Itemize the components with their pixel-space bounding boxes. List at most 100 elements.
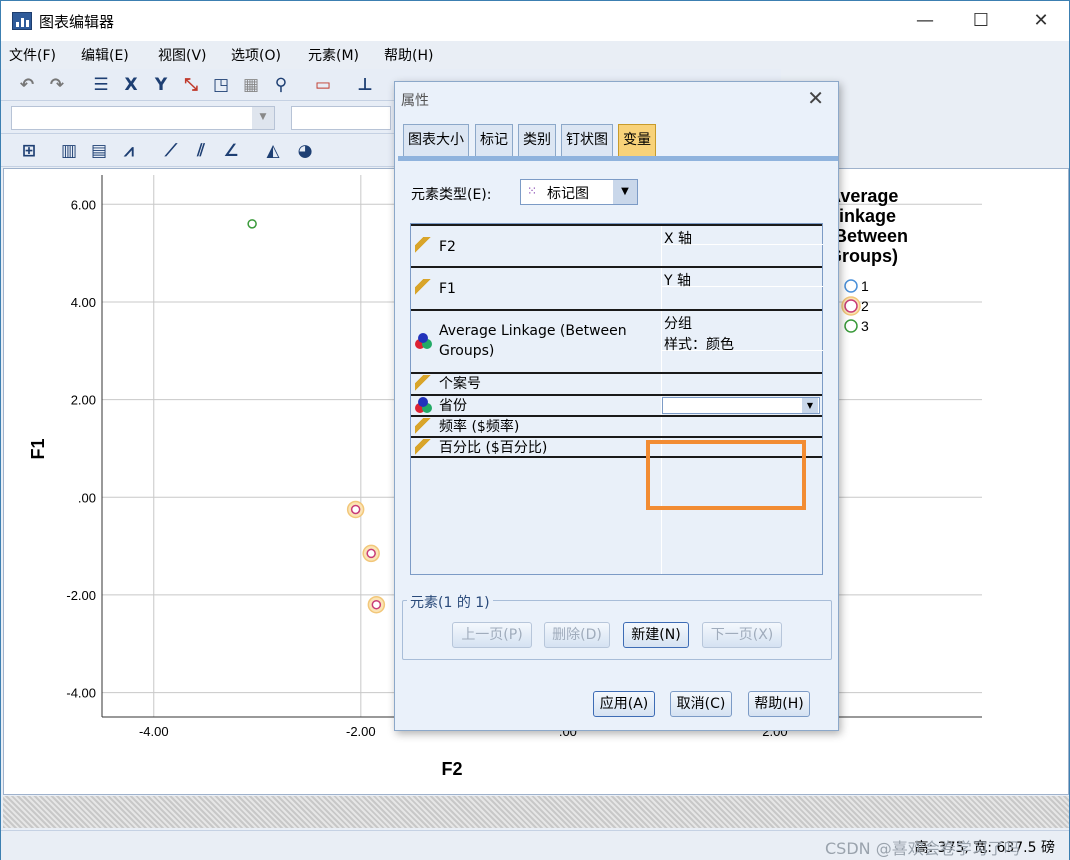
variable-row-frequency[interactable]: 频率 ($频率) (411, 415, 822, 436)
pie-explode-icon[interactable]: ◕ (295, 141, 315, 161)
variable-row-case-number[interactable]: 个案号 (411, 372, 822, 394)
chart-editor-window: 图表编辑器 — ☐ ✕ 文件(F) 编辑(E) 视图(V) 选项(O) 元素(M… (0, 0, 1070, 860)
next-page-button[interactable]: 下一页(X) (702, 622, 782, 648)
variable-row-f2[interactable]: F2 X 轴 (411, 224, 822, 267)
ruler-icon (415, 237, 433, 255)
variable-row-f1[interactable]: F1 Y 轴 (411, 266, 822, 309)
scatter-marker-icon: ⁙ (527, 184, 538, 198)
variable-row-average-linkage[interactable]: Average Linkage (Between Groups) 分组 样式：颜… (411, 309, 822, 372)
tab-chart-size[interactable]: 图表大小 (403, 124, 469, 156)
minimize-button[interactable]: — (913, 9, 937, 33)
menu-file[interactable]: 文件(F) (9, 45, 56, 65)
data-labels-icon[interactable]: ▦ (241, 75, 261, 95)
help-button[interactable]: 帮助(H) (748, 691, 810, 717)
properties-dialog: 属性 ✕ 图表大小 标记 类别 钉状图 变量 元素类型(E): ⁙ 标记图 ▼ … (394, 81, 839, 731)
bar-chart-icon[interactable]: ▥ (59, 141, 79, 161)
nominal-circles-icon (415, 397, 433, 415)
element-type-label: 元素类型(E): (411, 187, 492, 203)
reference-line-icon[interactable]: ⊥ (355, 75, 375, 95)
text-box-icon[interactable]: ▭ (313, 75, 333, 95)
ruler-icon (415, 439, 433, 457)
legend-title: (Between (828, 226, 908, 246)
fit-line-total-icon[interactable]: ⟋ (161, 141, 181, 161)
province-role-select[interactable]: ▼ (662, 397, 820, 414)
cancel-button[interactable]: 取消(C) (670, 691, 732, 717)
element-type-value: 标记图 (547, 186, 589, 202)
properties-icon[interactable]: ☰ (91, 75, 111, 95)
data-point (371, 599, 382, 610)
transpose-icon[interactable]: ◳ (211, 75, 231, 95)
variable-role: 分组 (664, 316, 692, 332)
interpolation-line-icon[interactable]: ∠ (221, 141, 241, 161)
x-tick-label: -4.00 (139, 724, 169, 739)
menu-elements[interactable]: 元素(M) (308, 45, 359, 65)
watermark: CSDN @喜欢会卷学习了吗 (825, 839, 1020, 858)
variable-role: X 轴 (664, 231, 693, 247)
variable-name: F1 (439, 281, 456, 297)
chart-background-texture (3, 796, 1069, 828)
variable-name-line2: Groups) (439, 343, 495, 359)
new-button[interactable]: 新建(N) (623, 622, 689, 648)
distribution-curve-icon[interactable]: ◭ (263, 141, 283, 161)
toolbar-elements: ⊞ ▥ ▤ ⩘ ⟋ ⫽ ∠ ◭ ◕ (1, 135, 396, 167)
legend-label: 3 (861, 318, 869, 334)
y-axis-label: F1 (28, 438, 48, 459)
y-tick-label: -4.00 (66, 686, 96, 701)
prev-page-button[interactable]: 上一页(P) (452, 622, 532, 648)
undo-icon[interactable]: ↶ (17, 75, 37, 95)
variable-name: 百分比 ($百分比) (439, 440, 548, 456)
ruler-icon (415, 279, 433, 297)
select-y-axis-icon[interactable]: Y (151, 75, 171, 95)
maximize-button[interactable]: ☐ (969, 9, 993, 33)
delete-button[interactable]: 删除(D) (544, 622, 610, 648)
dialog-close-icon[interactable]: ✕ (807, 86, 824, 110)
size-combo[interactable] (291, 106, 391, 130)
elements-group-label: 元素(1 的 1) (407, 592, 493, 612)
y-tick-label: .00 (78, 490, 96, 505)
nominal-circles-icon (415, 333, 433, 351)
legend-marker (844, 279, 858, 293)
y-tick-label: 4.00 (71, 295, 96, 310)
legend-label: 2 (861, 298, 869, 314)
y-tick-label: 6.00 (71, 197, 96, 212)
tab-variables[interactable]: 变量 (618, 124, 656, 156)
redo-icon[interactable]: ↷ (47, 75, 67, 95)
element-type-select[interactable]: ⁙ 标记图 ▼ (520, 179, 638, 205)
apply-button[interactable]: 应用(A) (593, 691, 655, 717)
menu-help[interactable]: 帮助(H) (384, 45, 433, 65)
tab-spikes[interactable]: 钉状图 (561, 124, 613, 156)
variable-style: 样式：颜色 (664, 337, 734, 353)
chevron-down-icon: ▼ (613, 180, 637, 204)
ruler-icon (415, 375, 433, 393)
variable-name: 个案号 (439, 376, 481, 392)
legend-marker (844, 319, 858, 333)
menu-edit[interactable]: 编辑(E) (81, 45, 129, 65)
line-chart-icon[interactable]: ⩘ (119, 141, 139, 161)
title-bar: 图表编辑器 — ☐ ✕ (1, 1, 1069, 41)
variable-name: F2 (439, 239, 456, 255)
tab-markers[interactable]: 标记 (475, 124, 513, 156)
chart-editor-app-icon (12, 12, 32, 30)
font-combo[interactable]: ▼ (11, 106, 275, 130)
lasso-icon[interactable]: ⚲ (271, 75, 291, 95)
window-title: 图表编辑器 (39, 13, 115, 31)
grouping-highlight-box (646, 440, 806, 510)
rescale-axis-icon[interactable]: ⤡ (181, 75, 201, 95)
data-point (350, 504, 361, 515)
variable-row-province[interactable]: 省份 ▼ (411, 394, 822, 415)
data-point (366, 548, 376, 559)
tab-categories[interactable]: 类别 (518, 124, 556, 156)
menu-bar: 文件(F) 编辑(E) 视图(V) 选项(O) 元素(M) 帮助(H) (1, 41, 1069, 67)
data-point (247, 219, 257, 229)
variable-role: Y 轴 (664, 273, 692, 289)
grid-icon[interactable]: ⊞ (19, 141, 39, 161)
fit-line-subgroup-icon[interactable]: ⫽ (191, 141, 211, 161)
histogram-icon[interactable]: ▤ (89, 141, 109, 161)
select-x-axis-icon[interactable]: X (121, 75, 141, 95)
close-button[interactable]: ✕ (1029, 9, 1053, 33)
menu-view[interactable]: 视图(V) (158, 45, 207, 65)
menu-options[interactable]: 选项(O) (231, 45, 281, 65)
ruler-icon (415, 418, 433, 436)
variable-name: 省份 (439, 398, 467, 414)
x-axis-label: F2 (441, 759, 462, 779)
